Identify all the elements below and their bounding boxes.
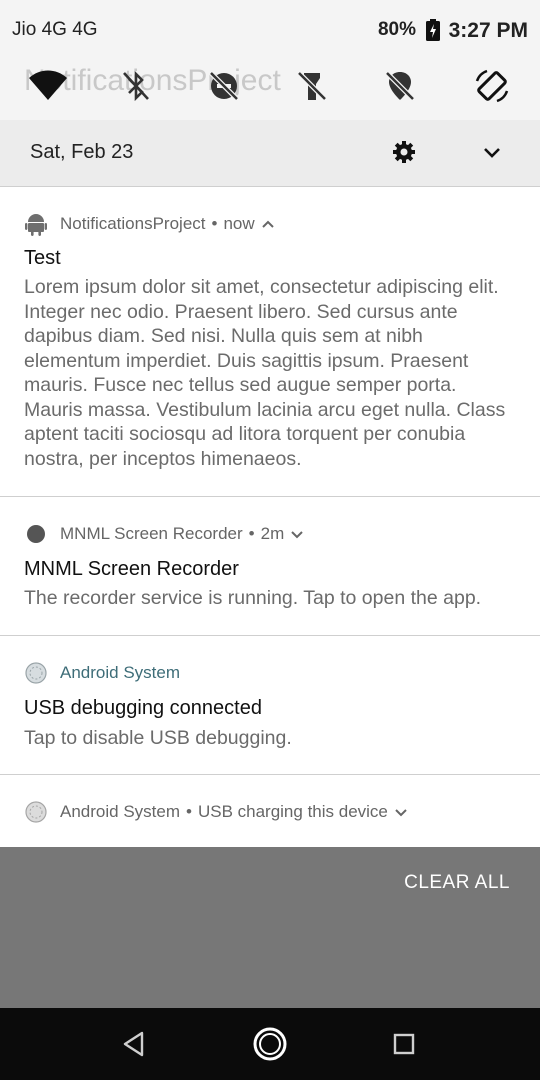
chevron-down-icon[interactable] (290, 524, 304, 544)
chevron-down-icon[interactable] (394, 802, 408, 822)
settings-gear-icon[interactable] (390, 138, 418, 166)
notification-header: Android System (24, 661, 180, 685)
back-icon[interactable] (116, 1026, 152, 1062)
notification-time: now (223, 214, 255, 233)
auto-rotate-icon[interactable] (470, 64, 514, 108)
notification-app-name: Android System (60, 663, 180, 682)
recents-icon[interactable] (386, 1026, 422, 1062)
expand-chevron-icon[interactable] (478, 138, 506, 166)
flashlight-off-icon[interactable] (290, 64, 334, 108)
date-label: Sat, Feb 23 (30, 141, 134, 163)
status-bar: Jio 4G 4G 80% 3:27 PM (0, 0, 540, 60)
do-not-disturb-off-icon[interactable] (202, 64, 246, 108)
notification-app-name: NotificationsProject (60, 214, 206, 233)
notification-body: The recorder service is running. Tap to … (24, 587, 482, 609)
date-bar: Sat, Feb 23 (0, 120, 540, 186)
clear-all-button[interactable]: CLEAR ALL (404, 872, 510, 894)
home-icon[interactable] (252, 1026, 288, 1062)
wifi-icon[interactable] (26, 64, 70, 108)
notification-body: Tap to disable USB debugging. (24, 727, 292, 749)
record-dot-icon (24, 522, 48, 546)
carrier-label: Jio 4G 4G (12, 19, 98, 40)
notification-title: USB debugging connected (24, 697, 262, 719)
battery-charging-icon (426, 19, 440, 46)
bluetooth-off-icon[interactable] (114, 64, 158, 108)
android-system-icon (24, 661, 48, 685)
navigation-bar (0, 1008, 540, 1080)
notification-header: NotificationsProject • now (24, 212, 275, 236)
notification-app-name: MNML Screen Recorder (60, 524, 243, 543)
notification-card-collapsed[interactable]: Android System • USB charging this devic… (0, 774, 540, 847)
notification-title: Test (24, 247, 61, 269)
notification-card[interactable]: Android System USB debugging connected T… (0, 635, 540, 774)
notification-card[interactable]: MNML Screen Recorder • 2m MNML Screen Re… (0, 496, 540, 635)
notification-body: Lorem ipsum dolor sit amet, consectetur … (24, 276, 506, 470)
android-system-icon (24, 800, 48, 824)
location-off-icon[interactable] (378, 64, 422, 108)
clock: 3:27 PM (448, 19, 528, 42)
notification-title: MNML Screen Recorder (24, 558, 239, 580)
notification-summary: USB charging this device (197, 802, 388, 821)
chevron-up-icon[interactable] (261, 214, 275, 234)
android-robot-icon (24, 212, 48, 236)
notification-header: Android System • USB charging this devic… (24, 800, 408, 824)
notification-time: 2m (260, 524, 285, 543)
notification-card[interactable]: NotificationsProject • now Test Lorem ip… (0, 186, 540, 496)
notification-header: MNML Screen Recorder • 2m (24, 522, 304, 546)
battery-percent: 80% (377, 19, 416, 40)
quick-settings-row: NotificationsProject (0, 60, 540, 120)
notification-app-name: Android System (60, 802, 180, 821)
